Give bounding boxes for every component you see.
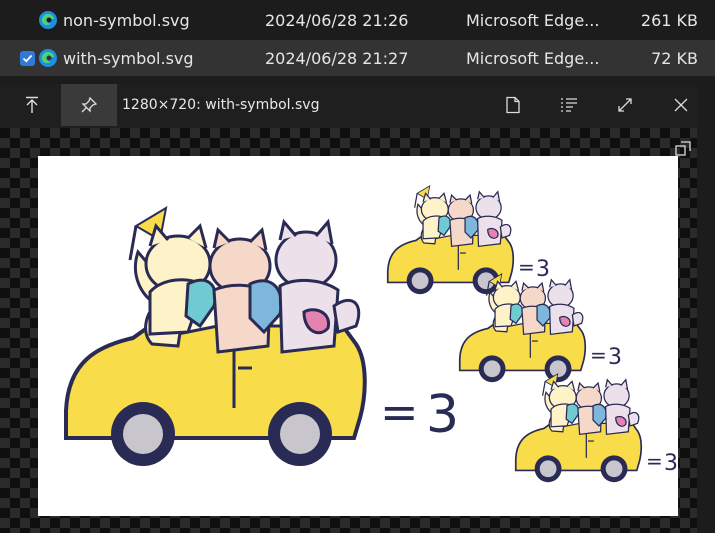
- pin-button[interactable]: [61, 84, 117, 126]
- viewer-toolbar: 1280×720: with-symbol.svg: [0, 84, 697, 128]
- checkbox-checked-icon[interactable]: [20, 50, 35, 66]
- file-row-non-symbol[interactable]: non-symbol.svg 2024/06/28 21:26 Microsof…: [0, 2, 715, 38]
- equation-value-small: 3: [664, 451, 678, 476]
- file-list: non-symbol.svg 2024/06/28 21:26 Microsof…: [0, 0, 715, 84]
- file-icon: [506, 96, 520, 114]
- file-date: 2024/06/28 21:26: [265, 10, 409, 30]
- close-icon: [674, 98, 688, 112]
- file-size: 72 KB: [651, 48, 698, 68]
- file-size: 261 KB: [640, 10, 698, 30]
- file-type: Microsoft Edge...: [466, 10, 600, 30]
- viewer-title: 1280×720: with-symbol.svg: [122, 97, 320, 113]
- file-name: non-symbol.svg: [63, 10, 190, 30]
- edge-icon: [39, 11, 57, 29]
- equation-value-small: 3: [608, 345, 622, 370]
- scrollbar-track[interactable]: [697, 84, 715, 533]
- restore-size-icon[interactable]: [675, 141, 691, 157]
- pin-top-icon: [26, 96, 38, 113]
- preview-image: = 3 = 3 = 3 = 3: [38, 156, 678, 516]
- equation-equals-small: =: [590, 343, 607, 367]
- illustration: = 3 = 3 = 3 = 3: [64, 184, 678, 484]
- pin-top-button[interactable]: [10, 84, 54, 126]
- list-icon: [561, 98, 577, 112]
- file-row-with-symbol[interactable]: with-symbol.svg 2024/06/28 21:27 Microso…: [0, 40, 715, 76]
- equation-value-small: 3: [536, 257, 550, 282]
- maximize-icon: [618, 98, 632, 112]
- equation-value: 3: [426, 385, 459, 445]
- file-info-button[interactable]: [491, 84, 535, 126]
- equation-equals: =: [380, 385, 419, 439]
- file-name: with-symbol.svg: [63, 48, 194, 68]
- equation-equals-small: =: [646, 449, 663, 473]
- equation-equals-small: =: [518, 255, 535, 279]
- file-date: 2024/06/28 21:27: [265, 48, 409, 68]
- details-button[interactable]: [547, 84, 591, 126]
- maximize-button[interactable]: [603, 84, 647, 126]
- edge-icon: [39, 49, 57, 67]
- image-viewer: 1280×720: with-symbol.svg = 3 = 3 = 3 = …: [0, 84, 697, 533]
- file-type: Microsoft Edge...: [466, 48, 600, 68]
- pin-icon: [81, 96, 98, 113]
